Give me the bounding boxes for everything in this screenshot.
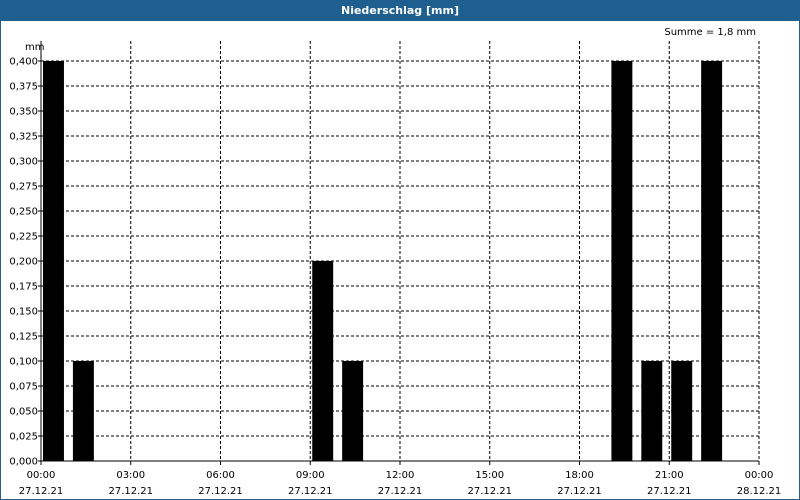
y-tick-label: 0,075: [9, 382, 38, 393]
x-tick-time-label: 00:00: [745, 470, 774, 481]
y-tick-label: 0,050: [9, 407, 38, 418]
x-tick-time-label: 06:00: [206, 470, 235, 481]
precipitation-chart: mm Summe = 1,8 mm 0,000 0,025 0,050 0,075 0,…: [9, 27, 782, 497]
x-tick-time-label: 21:00: [655, 470, 684, 481]
x-tick-time-label: 03:00: [116, 470, 145, 481]
precipitation-bar: [701, 61, 723, 461]
y-tick-label: 0,200: [9, 257, 38, 268]
y-tick-label: 0,275: [9, 182, 38, 193]
y-tick-label: 0,175: [9, 282, 38, 293]
precipitation-bar: [72, 361, 94, 461]
x-tick-date-label: 27.12.21: [557, 486, 602, 497]
y-tick-label: 0,325: [9, 132, 38, 143]
x-tick-time-label: 00:00: [27, 470, 56, 481]
y-tick-label: 0,125: [9, 332, 38, 343]
x-tick-date-label: 27.12.21: [647, 486, 692, 497]
x-tick-date-label: 28.12.21: [737, 486, 782, 497]
x-tick-date-label: 27.12.21: [19, 486, 64, 497]
precipitation-bar: [312, 261, 334, 461]
chart-window: Niederschlag [mm] mm Summe = 1,8 mm 0,00…: [0, 0, 800, 500]
precipitation-bar: [611, 61, 633, 461]
x-tick-date-label: 27.12.21: [108, 486, 153, 497]
x-tick-time-label: 12:00: [386, 470, 415, 481]
y-axis-unit-label: mm: [25, 42, 44, 53]
y-tick-label: 0,250: [9, 207, 38, 218]
x-tick-date-label: 27.12.21: [288, 486, 333, 497]
precipitation-bar: [671, 361, 693, 461]
y-tick-label: 0,150: [9, 307, 38, 318]
y-tick-label: 0,300: [9, 157, 38, 168]
y-tick-label: 0,100: [9, 357, 38, 368]
x-tick-date-label: 27.12.21: [378, 486, 423, 497]
y-tick-label: 0,350: [9, 107, 38, 118]
y-tick-label: 0,400: [9, 57, 38, 68]
y-tick-label: 0,025: [9, 432, 38, 443]
x-tick-date-label: 27.12.21: [198, 486, 243, 497]
x-tick-time-label: 15:00: [475, 470, 504, 481]
y-tick-label: 0,225: [9, 232, 38, 243]
sum-annotation: Summe = 1,8 mm: [664, 27, 756, 38]
x-tick-time-label: 18:00: [565, 470, 594, 481]
precipitation-bar: [43, 61, 64, 461]
precipitation-bar: [641, 361, 663, 461]
x-tick-date-label: 27.12.21: [467, 486, 512, 497]
x-tick-time-label: 09:00: [296, 470, 325, 481]
y-tick-label: 0,000: [9, 457, 38, 468]
precipitation-bar: [342, 361, 364, 461]
y-tick-label: 0,375: [9, 82, 38, 93]
